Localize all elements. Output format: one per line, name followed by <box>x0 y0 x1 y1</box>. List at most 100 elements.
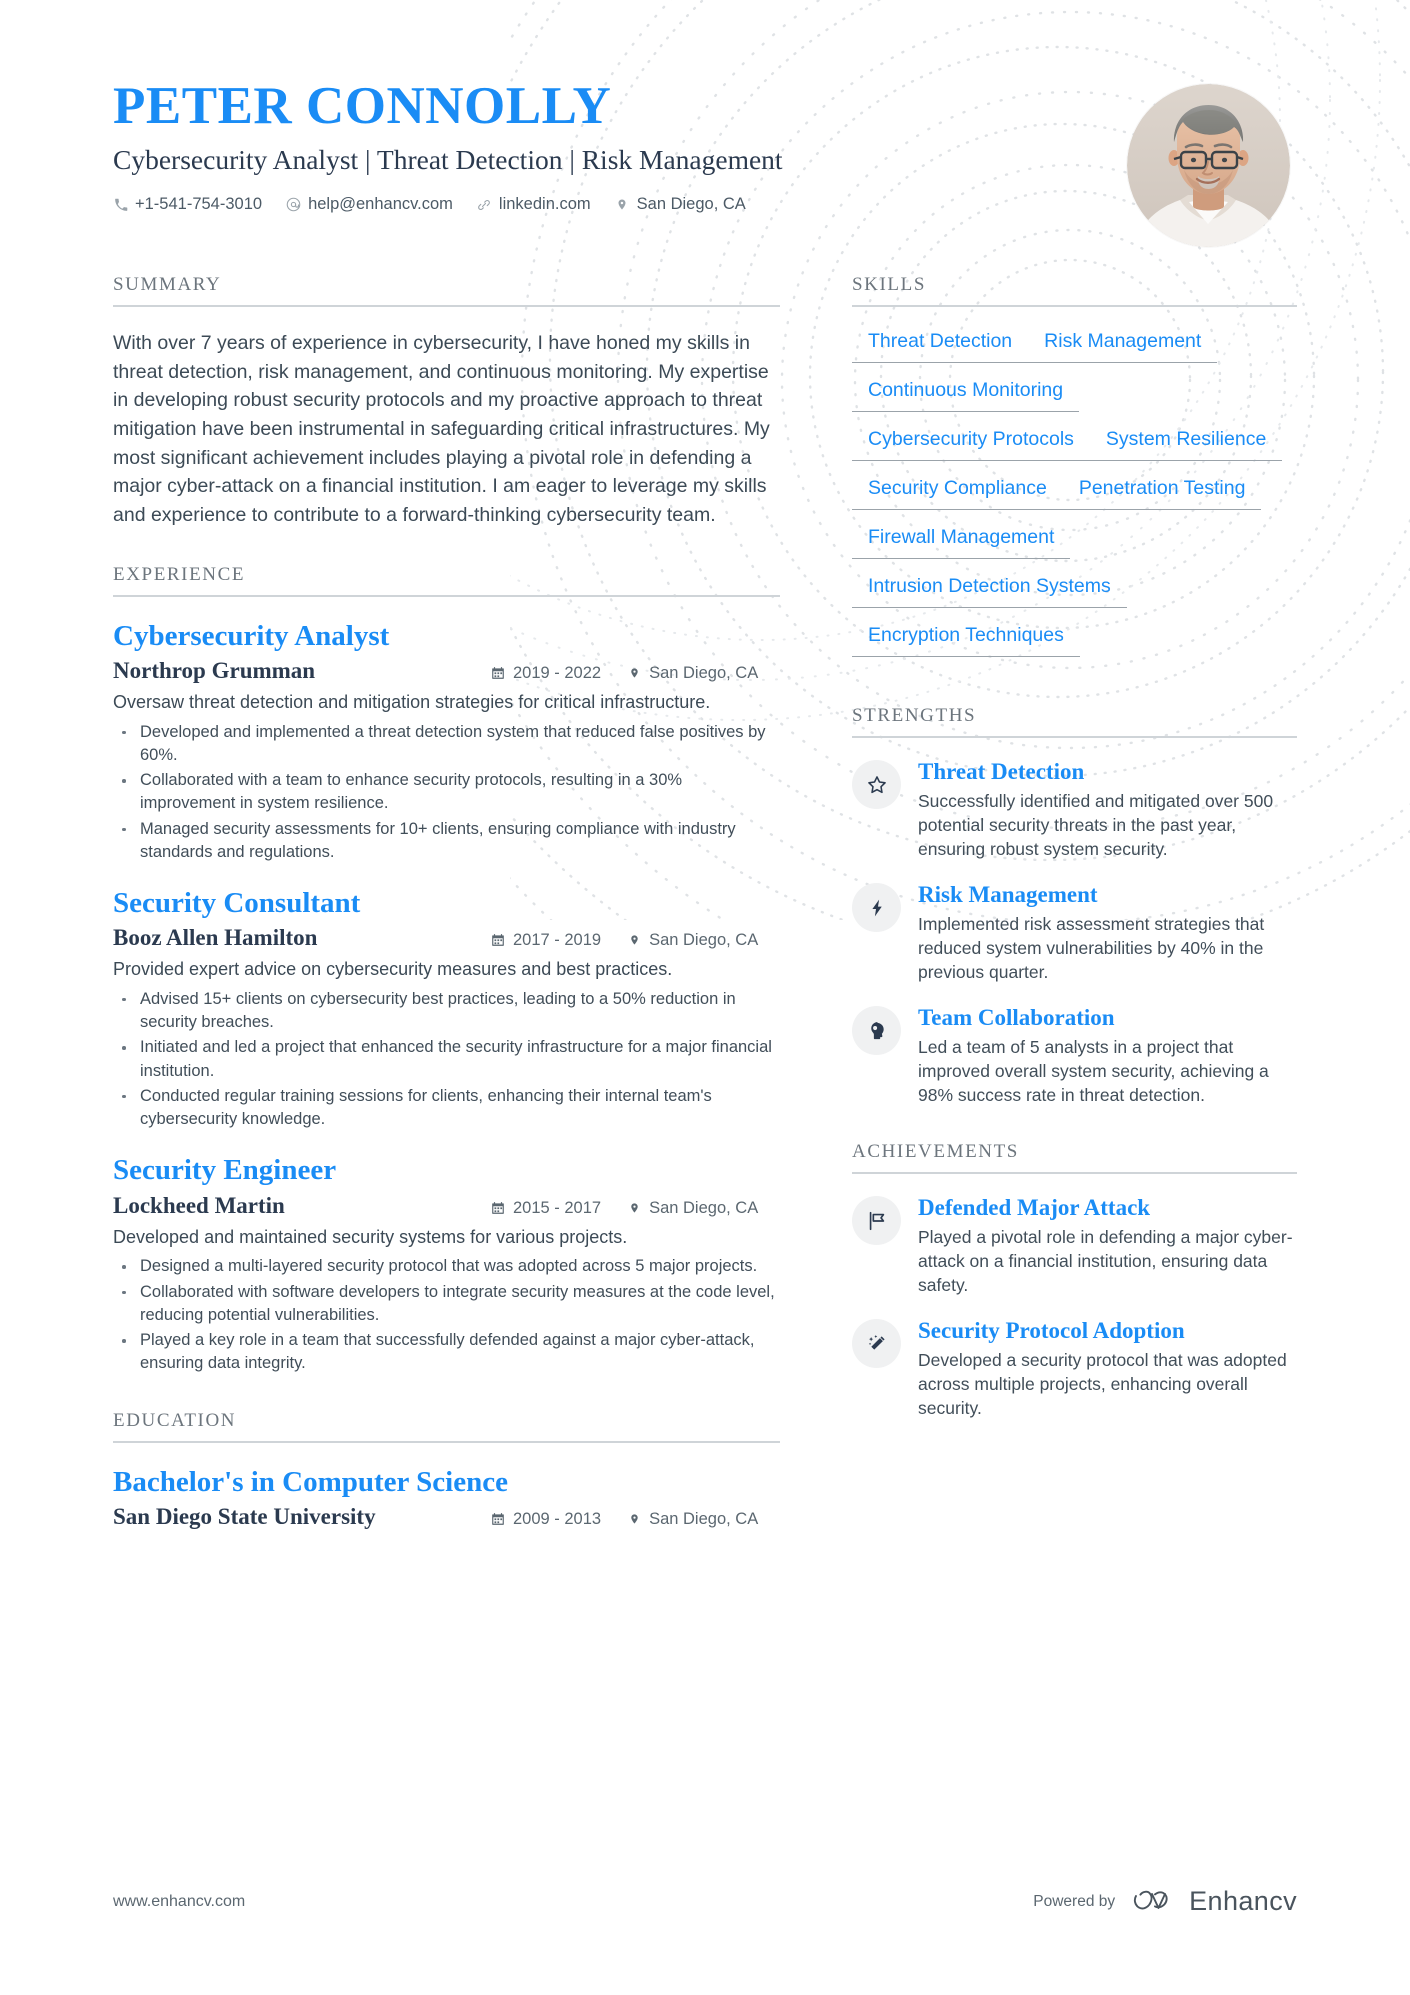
contact-email[interactable]: help@enhancv.com <box>286 195 453 214</box>
education-school: San Diego State University <box>113 1503 376 1529</box>
contact-link[interactable]: linkedin.com <box>477 195 591 214</box>
left-column: SUMMARY With over 7 years of experience … <box>113 274 780 1530</box>
job-dates-text: 2019 - 2022 <box>513 663 602 682</box>
job-location: San Diego, CA <box>627 663 758 683</box>
powered-by-label: Powered by <box>1033 1892 1116 1910</box>
lightning-bolt-icon <box>852 883 901 933</box>
section-heading-skills: SKILLS <box>852 274 1297 307</box>
contact-location: San Diego, CA <box>615 195 746 214</box>
magic-wand-icon <box>852 1319 901 1369</box>
job-bullet: Designed a multi-layered security protoc… <box>113 1255 780 1278</box>
section-heading-strengths: STRENGTHS <box>852 705 1297 738</box>
experience-entry: Security Engineer Lockheed Martin 2015 -… <box>113 1153 780 1375</box>
education-location: San Diego, CA <box>627 1509 758 1529</box>
job-bullets: Advised 15+ clients on cybersecurity bes… <box>113 988 780 1132</box>
strength-item: Threat Detection Successfully identified… <box>852 758 1297 861</box>
strength-title: Risk Management <box>918 882 1098 908</box>
job-location-text: San Diego, CA <box>649 1198 759 1217</box>
achievement-description: Developed a security protocol that was a… <box>918 1349 1287 1418</box>
job-location: San Diego, CA <box>627 931 758 951</box>
enhancv-logo: Enhancv <box>1132 1886 1297 1917</box>
education-entry: Bachelor's in Computer Science San Diego… <box>113 1465 780 1530</box>
calendar-icon <box>491 1511 505 1526</box>
resume-body: SUMMARY With over 7 years of experience … <box>0 274 1410 1530</box>
job-bullet: Initiated and led a project that enhance… <box>113 1036 780 1083</box>
enhancv-brand-name: Enhancv <box>1189 1886 1297 1916</box>
contact-link-text: linkedin.com <box>498 195 591 214</box>
page-title: PETER CONNOLLY <box>113 77 612 135</box>
location-pin-icon <box>627 1200 641 1215</box>
section-heading-education: EDUCATION <box>113 1410 780 1443</box>
job-bullet: Played a key role in a team that success… <box>113 1329 780 1376</box>
job-company: Booz Allen Hamilton <box>113 925 318 951</box>
job-location-text: San Diego, CA <box>649 663 759 682</box>
head-profile-icon <box>852 1006 901 1056</box>
education-dates-text: 2009 - 2013 <box>513 1509 602 1528</box>
section-strengths: STRENGTHS Threat Detection Successfully … <box>852 705 1297 1107</box>
email-icon <box>286 197 301 213</box>
skill-chip[interactable]: Security Compliance <box>852 473 1063 510</box>
education-degree: Bachelor's in Computer Science <box>113 1465 508 1498</box>
calendar-icon <box>491 933 505 948</box>
contact-row: +1-541-754-3010 help@enhancv.com linkedi… <box>113 195 783 214</box>
job-bullet: Developed and implemented a threat detec… <box>113 721 780 768</box>
link-icon <box>477 197 492 213</box>
job-dates-text: 2017 - 2019 <box>513 931 602 950</box>
skill-chip[interactable]: System Resilience <box>1089 424 1283 461</box>
skill-chip[interactable]: Firewall Management <box>852 522 1071 559</box>
phone-icon <box>113 197 128 213</box>
contact-phone[interactable]: +1-541-754-3010 <box>113 195 262 214</box>
skill-chip[interactable]: Cybersecurity Protocols <box>852 424 1090 461</box>
section-heading-achievements: ACHIEVEMENTS <box>852 1141 1297 1175</box>
job-description: Oversaw threat detection and mitigation … <box>113 691 711 712</box>
right-column: SKILLS Threat Detection Risk Management … <box>852 274 1297 1530</box>
job-dates-text: 2015 - 2017 <box>513 1198 602 1217</box>
skill-chip[interactable]: Risk Management <box>1028 326 1218 363</box>
achievement-item: Defended Major Attack Played a pivotal r… <box>852 1194 1297 1297</box>
skills-list: Threat Detection Risk Management Continu… <box>852 326 1297 669</box>
section-skills: SKILLS Threat Detection Risk Management … <box>852 274 1297 669</box>
achievements-list: Defended Major Attack Played a pivotal r… <box>852 1194 1297 1420</box>
contact-phone-text: +1-541-754-3010 <box>135 195 263 214</box>
header-text-block: PETER CONNOLLY Cybersecurity Analyst | T… <box>113 78 783 214</box>
job-company: Lockheed Martin <box>113 1192 285 1218</box>
achievement-description: Played a pivotal role in defending a maj… <box>918 1226 1293 1295</box>
resume-header: PETER CONNOLLY Cybersecurity Analyst | T… <box>0 0 1410 247</box>
avatar <box>1127 84 1290 247</box>
strength-item: Team Collaboration Led a team of 5 analy… <box>852 1004 1297 1107</box>
footer-url[interactable]: www.enhancv.com <box>113 1893 245 1911</box>
strengths-list: Threat Detection Successfully identified… <box>852 758 1297 1107</box>
job-bullet: Advised 15+ clients on cybersecurity bes… <box>113 988 780 1035</box>
job-bullet: Collaborated with software developers to… <box>113 1281 780 1328</box>
section-education: EDUCATION Bachelor's in Computer Science… <box>113 1410 780 1530</box>
education-dates: 2009 - 2013 <box>491 1509 601 1529</box>
job-role: Security Engineer <box>113 1154 337 1187</box>
resume-page: PETER CONNOLLY Cybersecurity Analyst | T… <box>0 0 1410 1995</box>
professional-title: Cybersecurity Analyst | Threat Detection… <box>113 144 783 176</box>
summary-text: With over 7 years of experience in cyber… <box>113 332 770 526</box>
job-dates: 2015 - 2017 <box>491 1198 601 1218</box>
resume-footer: www.enhancv.com Powered by Enhancv <box>113 1886 1297 1917</box>
location-pin-icon <box>627 665 641 680</box>
contact-location-text: San Diego, CA <box>636 195 746 214</box>
star-icon <box>852 760 901 809</box>
experience-entry: Cybersecurity Analyst Northrop Grumman 2… <box>113 619 780 864</box>
strength-title: Team Collaboration <box>918 1005 1115 1031</box>
job-bullet: Collaborated with a team to enhance secu… <box>113 769 780 816</box>
job-role: Security Consultant <box>113 887 361 920</box>
section-achievements: ACHIEVEMENTS Defended Major Attack Playe… <box>852 1141 1297 1420</box>
skill-chip[interactable]: Penetration Testing <box>1062 473 1262 510</box>
achievement-title: Security Protocol Adoption <box>918 1318 1185 1344</box>
job-description: Provided expert advice on cybersecurity … <box>113 959 673 980</box>
location-pin-icon <box>615 197 630 213</box>
skill-chip[interactable]: Intrusion Detection Systems <box>852 571 1127 608</box>
education-location-text: San Diego, CA <box>649 1509 759 1528</box>
section-heading-summary: SUMMARY <box>113 274 780 307</box>
skill-chip[interactable]: Threat Detection <box>852 326 1029 363</box>
skill-chip[interactable]: Encryption Techniques <box>852 620 1080 657</box>
skill-chip[interactable]: Continuous Monitoring <box>852 375 1080 412</box>
experience-entry: Security Consultant Booz Allen Hamilton … <box>113 886 780 1131</box>
achievement-title: Defended Major Attack <box>918 1195 1151 1221</box>
contact-email-text: help@enhancv.com <box>308 195 453 214</box>
job-bullet: Managed security assessments for 10+ cli… <box>113 818 780 865</box>
